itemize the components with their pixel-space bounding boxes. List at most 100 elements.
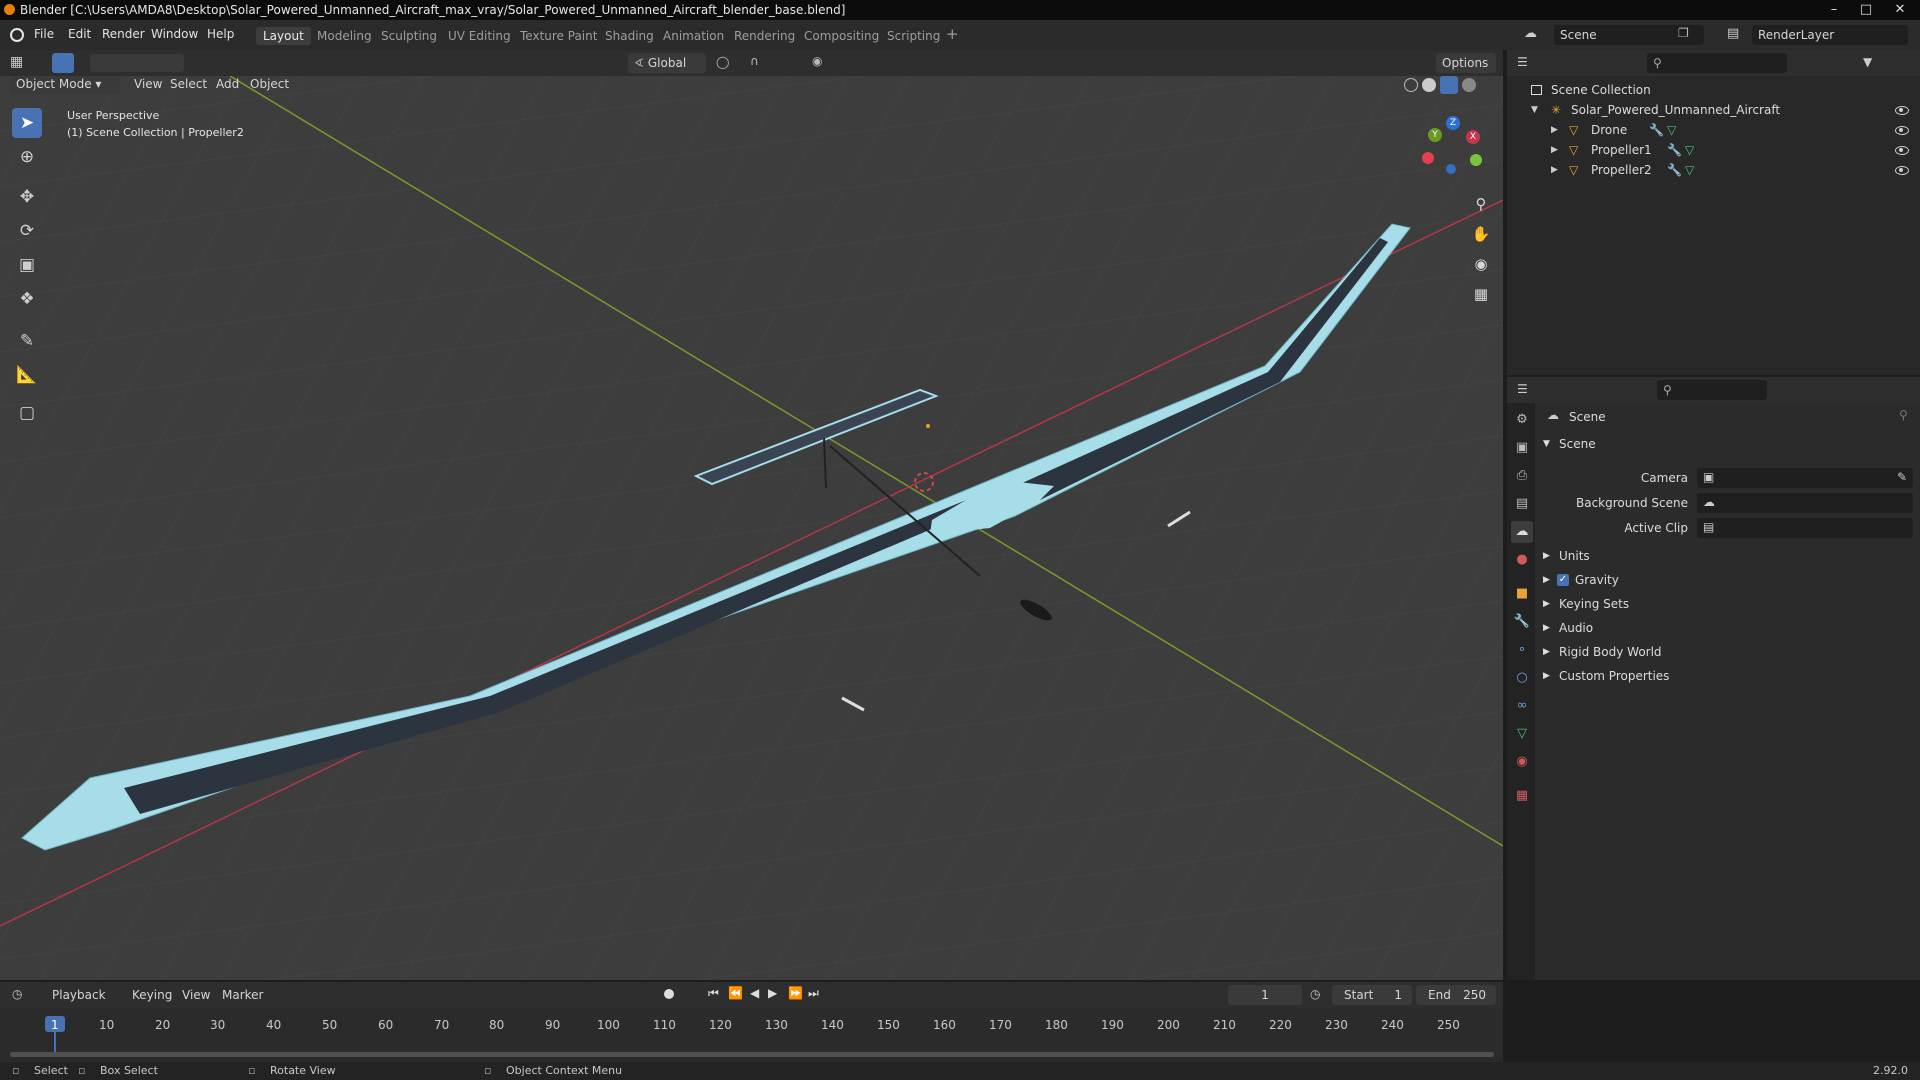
menu-select[interactable]: Select	[164, 76, 213, 94]
units-panel[interactable]: ▶ Units	[1535, 545, 1920, 567]
close-button[interactable]: ✕	[1884, 0, 1916, 20]
viewport-scene[interactable]	[0, 76, 1503, 980]
current-frame-field[interactable]: 1	[1228, 985, 1302, 1005]
editor-type-icon[interactable]: ▦	[10, 54, 23, 70]
tab-shading[interactable]: Shading	[598, 27, 661, 45]
ortho-grid-icon[interactable]: ▦	[1467, 280, 1495, 308]
tab-modeling[interactable]: Modeling	[310, 27, 379, 45]
expand-arrow-icon[interactable]: ▶	[1551, 120, 1558, 140]
world-tab-icon[interactable]: ●	[1511, 549, 1533, 571]
properties-search[interactable]: ⚲	[1657, 380, 1767, 400]
add-cube-tool-icon[interactable]: ▢	[12, 398, 42, 428]
menu-window[interactable]: Window	[151, 27, 198, 41]
wireframe-shading-icon[interactable]	[1404, 78, 1418, 92]
transform-tool-icon[interactable]: ❖	[12, 284, 42, 314]
measure-tool-icon[interactable]: 📐	[12, 360, 42, 390]
gizmo-z-axis[interactable]: Z	[1446, 116, 1460, 130]
visibility-eye-icon[interactable]	[1895, 146, 1909, 155]
view-layer-tab-icon[interactable]: ▤	[1511, 493, 1533, 515]
menu-keying[interactable]: Keying	[126, 985, 178, 1005]
material-shading-icon[interactable]	[1440, 76, 1458, 94]
camera-field[interactable]: ▣ ✎	[1697, 468, 1913, 488]
texture-tab-icon[interactable]: ▦	[1511, 785, 1533, 807]
add-workspace-icon[interactable]: +	[946, 25, 959, 43]
outliner-editor-icon[interactable]: ☰	[1517, 55, 1528, 69]
material-tab-icon[interactable]: ◉	[1511, 751, 1533, 773]
mode-dropdown[interactable]: Object Mode ▾	[10, 76, 120, 94]
modifier-tab-icon[interactable]: 🔧	[1511, 611, 1533, 633]
tab-compositing[interactable]: Compositing	[797, 27, 886, 45]
outliner-row-propeller2[interactable]: ▶ ▽ Propeller2 🔧 ▽	[1507, 160, 1920, 180]
rotate-tool-icon[interactable]: ⟳	[12, 216, 42, 246]
minimize-button[interactable]: –	[1818, 0, 1850, 20]
3d-viewport[interactable]: User Perspective (1) Scene Collection | …	[0, 76, 1503, 980]
active-clip-field[interactable]: ▤	[1697, 518, 1913, 538]
timeline-ruler[interactable]: 1 10 20 30 40 50 60 70 80 90 100 110 120…	[0, 1008, 1503, 1062]
gizmo-x-axis[interactable]: X	[1466, 130, 1480, 144]
output-tab-icon[interactable]: ⎙	[1511, 465, 1533, 487]
transform-orientation-dropdown[interactable]: ∢ Global	[628, 53, 706, 73]
outliner-row-propeller1[interactable]: ▶ ▽ Propeller1 🔧 ▽	[1507, 140, 1920, 160]
gizmo-neg-y[interactable]	[1470, 154, 1482, 166]
audio-panel[interactable]: ▶ Audio	[1535, 617, 1920, 639]
scale-tool-icon[interactable]: ▣	[12, 250, 42, 280]
navigation-gizmo[interactable]: Z Y X	[1418, 116, 1488, 186]
menu-marker[interactable]: Marker	[216, 985, 269, 1005]
visibility-eye-icon[interactable]	[1895, 166, 1909, 175]
menu-help[interactable]: Help	[207, 27, 234, 41]
start-frame-field[interactable]: Start 1	[1332, 985, 1412, 1005]
select-mode-icons[interactable]	[90, 54, 184, 72]
camera-view-icon[interactable]: ◉	[1467, 250, 1495, 278]
prev-keyframe-icon[interactable]: ⏪	[728, 986, 743, 1000]
modifier-wrench-icon[interactable]: 🔧	[1667, 160, 1682, 180]
menu-render[interactable]: Render	[102, 27, 145, 41]
constraints-tab-icon[interactable]: ∞	[1511, 695, 1533, 717]
pivot-icon[interactable]: ◯	[716, 55, 729, 69]
timeline-editor-icon[interactable]: ◷	[12, 987, 22, 1001]
custom-properties-panel[interactable]: ▶ Custom Properties	[1535, 665, 1920, 687]
outliner-search[interactable]: ⚲	[1647, 53, 1787, 73]
new-scene-icon[interactable]: ❐	[1678, 26, 1689, 40]
visibility-eye-icon[interactable]	[1895, 106, 1909, 115]
tab-rendering[interactable]: Rendering	[727, 27, 802, 45]
proportional-edit-icon[interactable]: ◉	[812, 54, 822, 68]
object-tab-icon[interactable]: ■	[1511, 583, 1533, 605]
jump-start-icon[interactable]: ⏮	[708, 986, 719, 1001]
maximize-button[interactable]: □	[1850, 0, 1882, 20]
tab-texture-paint[interactable]: Texture Paint	[513, 27, 604, 45]
particles-tab-icon[interactable]: ∘	[1511, 639, 1533, 661]
eyedropper-icon[interactable]: ✎	[1897, 470, 1907, 484]
menu-edit[interactable]: Edit	[68, 27, 91, 41]
menu-view[interactable]: View	[128, 76, 168, 94]
gravity-checkbox[interactable]: ✓	[1557, 574, 1569, 586]
modifier-wrench-icon[interactable]: 🔧	[1667, 140, 1682, 160]
view-layer-selector[interactable]: RenderLayer	[1752, 25, 1908, 45]
zoom-icon[interactable]: ⚲	[1467, 190, 1495, 218]
jump-end-icon[interactable]: ⏭	[808, 986, 819, 1001]
gravity-panel[interactable]: ▶ ✓ Gravity	[1535, 569, 1920, 591]
gizmo-neg-x[interactable]	[1422, 152, 1434, 164]
tab-layout[interactable]: Layout	[256, 27, 311, 45]
properties-editor-icon[interactable]: ☰	[1517, 382, 1528, 396]
blender-menu-icon[interactable]	[10, 28, 24, 42]
tab-sculpting[interactable]: Sculpting	[374, 27, 444, 45]
end-frame-field[interactable]: End 250	[1416, 985, 1496, 1005]
next-keyframe-icon[interactable]: ⏩	[788, 986, 803, 1000]
record-icon[interactable]	[664, 989, 674, 999]
physics-tab-icon[interactable]: ○	[1511, 667, 1533, 689]
menu-object[interactable]: Object	[244, 76, 295, 94]
snap-icon[interactable]: ∩	[750, 54, 759, 68]
cursor-tool-icon[interactable]: ⊕	[12, 142, 42, 172]
options-dropdown[interactable]: Options ▾	[1436, 53, 1496, 90]
menu-view[interactable]: View	[176, 985, 216, 1005]
tab-animation[interactable]: Animation	[656, 27, 731, 45]
view-layer-icon[interactable]: ▤	[1727, 26, 1739, 41]
mesh-data-icon[interactable]: ▽	[1667, 120, 1676, 140]
expand-arrow-icon[interactable]: ▶	[1551, 140, 1558, 160]
render-tab-icon[interactable]: ▣	[1511, 437, 1533, 459]
tab-uv-editing[interactable]: UV Editing	[441, 27, 518, 45]
visibility-eye-icon[interactable]	[1895, 126, 1909, 135]
mesh-data-icon[interactable]: ▽	[1685, 160, 1694, 180]
filter-icon[interactable]: ▼	[1863, 55, 1872, 69]
select-tool-icon[interactable]	[52, 53, 74, 73]
